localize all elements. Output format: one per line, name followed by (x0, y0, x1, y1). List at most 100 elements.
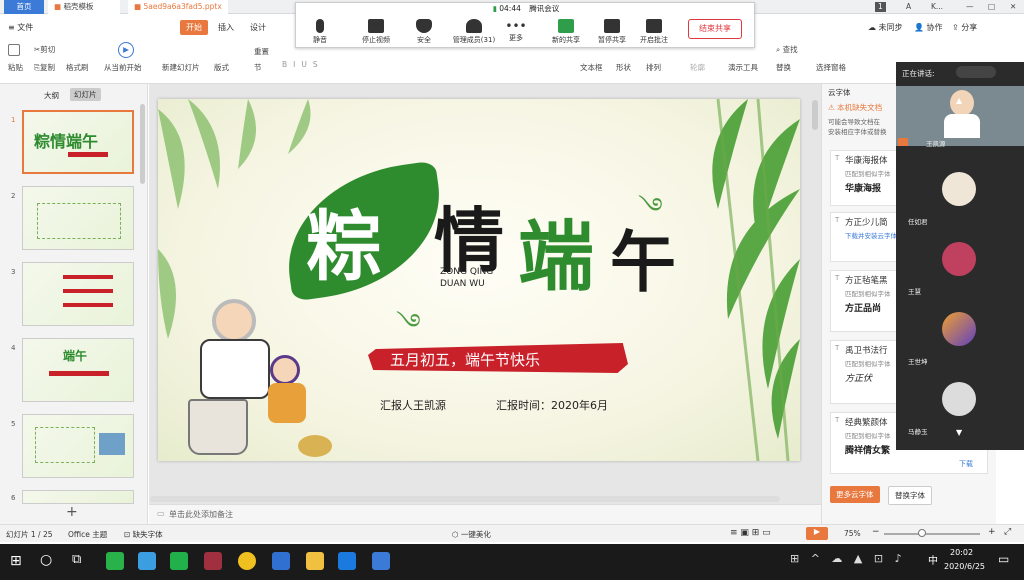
iqiyi-icon[interactable] (170, 552, 188, 570)
scroll-up-icon[interactable]: ▲ (956, 96, 962, 105)
find-label: 查找 (782, 45, 798, 54)
new-slide-button[interactable]: 新建幻灯片 (162, 62, 200, 73)
close-icon[interactable]: ✕ (1004, 0, 1022, 14)
tencent-meeting-icon[interactable] (338, 552, 356, 570)
unsync-button[interactable]: ☁ 未同步 (868, 22, 903, 33)
replace-button[interactable]: 替换 (776, 62, 791, 73)
tab-home[interactable]: 首页 (4, 0, 44, 14)
missing-font-status[interactable]: ⊡ 缺失字体 (124, 529, 163, 540)
menu-insert[interactable]: 插入 (218, 22, 234, 33)
copy-button[interactable]: ⎘复制 (34, 62, 55, 73)
view-normal-icon[interactable]: ≡ ▣ ⊞ ▭ (730, 528, 771, 538)
tab-outline[interactable]: 大纲 (44, 90, 59, 101)
security-button[interactable]: 安全 (400, 19, 448, 45)
menu-start[interactable]: 开始 (180, 20, 208, 35)
layout-button[interactable]: 版式 (214, 62, 229, 73)
game-icon[interactable] (204, 552, 222, 570)
notification-icon[interactable]: ▭ (998, 552, 1009, 566)
avatar[interactable]: A (900, 0, 917, 14)
slide-thumb-6[interactable] (22, 490, 134, 504)
pause-share-button[interactable]: 暂停共享 (588, 19, 636, 45)
beautify-button[interactable]: ⬡ 一键美化 (452, 529, 491, 540)
slide-thumb-2[interactable] (22, 186, 134, 250)
font-style-icons[interactable]: BIUS (282, 60, 324, 69)
paste-label[interactable]: 粘贴 (8, 62, 23, 73)
zoom-in-icon[interactable]: + (988, 527, 996, 537)
tab-template[interactable]: ■ 稻壳模板 (48, 0, 120, 14)
cloud-ornament: ࿓ (638, 193, 663, 223)
chrome-icon[interactable] (238, 552, 256, 570)
select-pane-button[interactable]: 选择窗格 (816, 62, 846, 73)
horizontal-scrollbar[interactable] (150, 496, 780, 502)
zoom-out-icon[interactable]: − (872, 527, 880, 537)
format-painter-button[interactable]: 格式刷 (66, 62, 89, 73)
menu-file[interactable]: ≡ 文件 (8, 22, 33, 33)
participant-tile[interactable]: 王慧 (896, 228, 1024, 296)
slide-thumb-1[interactable]: 粽情端午 (22, 110, 134, 174)
new-share-button[interactable]: 新的共享 (542, 19, 590, 45)
grandma-child-illustration (172, 299, 332, 459)
replace-font-button[interactable]: 替换字体 (888, 486, 932, 505)
shape-button[interactable]: 形状 (616, 62, 631, 73)
participant-name: 王世坤 (908, 358, 928, 366)
annotate-button[interactable]: 开启批注 (630, 19, 678, 45)
media-player-icon[interactable] (138, 552, 156, 570)
font-icon: ⊡ (124, 530, 133, 539)
participant-tile[interactable]: 马静玉 (896, 368, 1024, 436)
participant-tile[interactable]: 王世坤 (896, 298, 1024, 366)
cut-button[interactable]: ✂剪切 (34, 44, 55, 55)
scrollbar[interactable] (140, 104, 145, 184)
section-button[interactable]: 节 (254, 62, 262, 73)
find-button[interactable]: ⌕ 查找 (776, 44, 798, 55)
folder-icon[interactable] (306, 552, 324, 570)
rice-bucket (188, 399, 248, 455)
textbox-button[interactable]: 文本框 (580, 62, 603, 73)
wechat-icon[interactable] (106, 552, 124, 570)
fit-window-icon[interactable]: ⤢ (1004, 527, 1011, 537)
video-tile[interactable]: 王凯源 (896, 86, 1024, 148)
tab-file[interactable]: ■ 5aed9a6a3fad5.pptx (128, 0, 228, 14)
pause-share-label: 暂停共享 (598, 36, 626, 44)
stop-video-button[interactable]: 停止视频 (352, 19, 400, 45)
cut-label: 剪切 (40, 45, 56, 54)
task-view-icon[interactable]: ⧉ (72, 552, 81, 567)
slide-thumb-4[interactable]: 端午 (22, 338, 134, 402)
end-share-button[interactable]: 结束共享 (688, 19, 742, 39)
from-start-button[interactable]: 从当前开始 (104, 62, 142, 73)
current-slide[interactable]: 粽 情 端 午 ZONG QING DUAN WU ࿓ ࿓ 五月初五，端午节快乐… (158, 99, 800, 461)
play-slideshow-button[interactable]: ▶ (806, 527, 828, 540)
tab-slides[interactable]: 幻灯片 (70, 88, 101, 101)
wps-icon[interactable] (372, 552, 390, 570)
windows-start-icon[interactable]: ⊞ (10, 553, 22, 569)
vertical-scrollbar[interactable] (812, 100, 818, 130)
maximize-icon[interactable]: □ (982, 0, 1001, 14)
mute-button[interactable]: 静音 (296, 19, 344, 45)
more-fonts-button[interactable]: 更多云字体 (830, 486, 880, 503)
outline-button[interactable]: 轮廓 (690, 62, 705, 73)
tray-icons[interactable]: ⊞ ^ ☁ ▲ ⊡ ♪ (790, 552, 906, 565)
play-icon[interactable]: ▶ (118, 42, 134, 58)
mail-icon[interactable] (272, 552, 290, 570)
add-slide-icon[interactable]: + (66, 504, 78, 520)
ime-indicator[interactable]: 中 (928, 552, 938, 567)
reset-button[interactable]: 重置 (254, 46, 269, 57)
search-icon[interactable]: ○ (40, 552, 52, 568)
present-tool-button[interactable]: 演示工具 (728, 62, 758, 73)
zoom-slider[interactable] (884, 533, 980, 535)
collab-label: 协作 (926, 23, 943, 32)
scroll-down-icon[interactable]: ▼ (956, 428, 962, 437)
more-button[interactable]: ••• 更多 (492, 19, 540, 43)
slide-thumb-5[interactable] (22, 414, 134, 478)
participant-tile[interactable]: 任如君 (896, 158, 1024, 226)
notes-bar[interactable]: ▭ 单击此处添加备注 (149, 504, 821, 524)
share-button[interactable]: ⇪ 分享 (952, 22, 977, 33)
download-link[interactable]: 下载 (959, 459, 973, 469)
slide-thumb-3[interactable] (22, 262, 134, 326)
minimize-icon[interactable]: — (960, 0, 980, 14)
zoom-level[interactable]: 75% (844, 529, 861, 538)
collab-button[interactable]: 👤 协作 (914, 22, 943, 33)
arrange-button[interactable]: 排列 (646, 62, 661, 73)
paste-button[interactable] (8, 44, 22, 56)
menu-design[interactable]: 设计 (250, 22, 266, 33)
zoom-slider-thumb[interactable] (918, 529, 926, 537)
